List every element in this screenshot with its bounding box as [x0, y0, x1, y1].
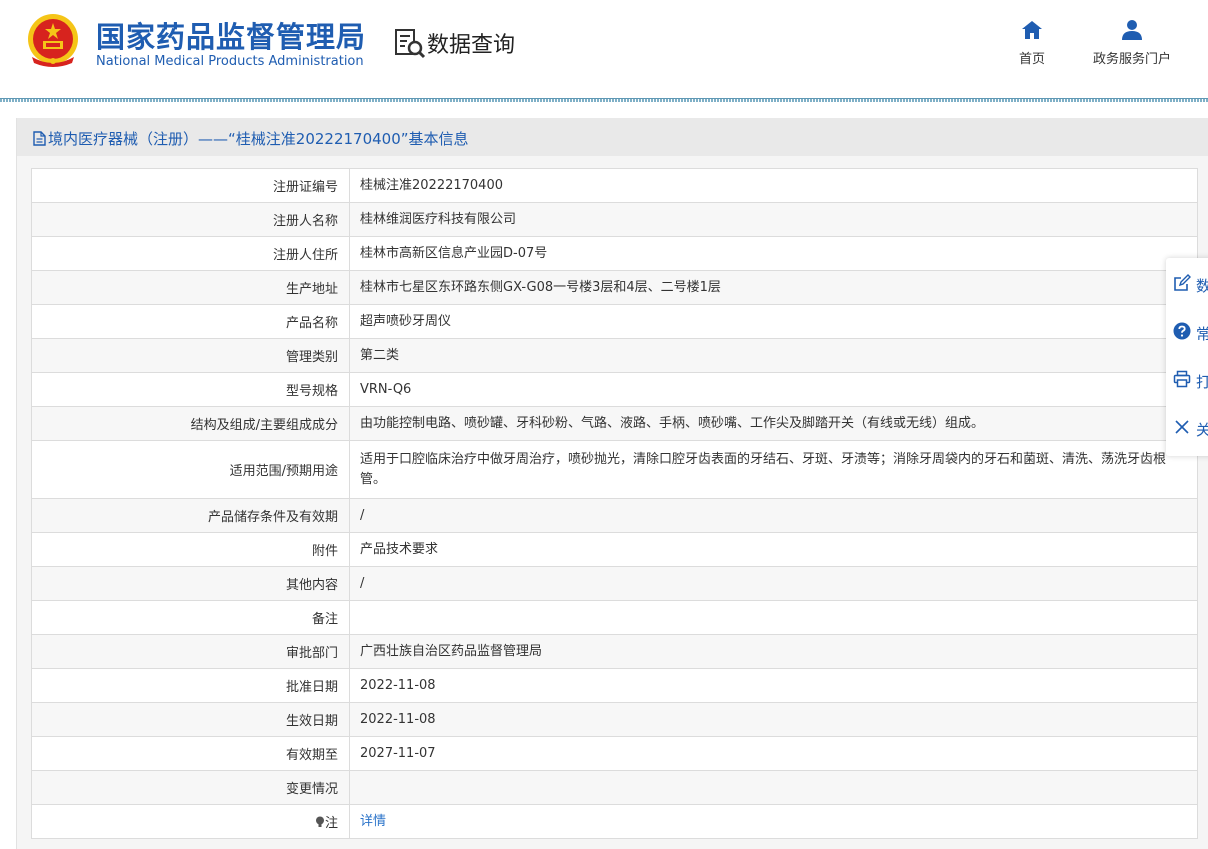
table-row: 注 详情: [31, 804, 1198, 839]
row-value: 2022-11-08: [349, 668, 1198, 703]
row-key: 管理类别: [31, 338, 350, 373]
table-row: 注册证编号 桂械注准20222170400: [31, 168, 1198, 203]
home-icon: [1022, 21, 1042, 39]
row-value-note: 详情: [349, 804, 1198, 839]
row-value: 适用于口腔临床治疗中做牙周治疗，喷砂抛光，清除口腔牙齿表面的牙结石、牙斑、牙渍等…: [349, 440, 1198, 499]
table-row: 生效日期 2022-11-08: [31, 702, 1198, 737]
row-value: 第二类: [349, 338, 1198, 373]
table-row: 有效期至 2027-11-07: [31, 736, 1198, 771]
edit-icon: [1174, 274, 1191, 291]
toolbar-item-label: 打: [1196, 373, 1208, 391]
nav-home-label: 首页: [1018, 52, 1045, 67]
row-value: 由功能控制电路、喷砂罐、牙科砂粉、气路、液路、手柄、喷砂嘴、工作尖及脚踏开关（有…: [349, 406, 1198, 441]
row-key: 适用范围/预期用途: [31, 440, 350, 499]
row-key: 备注: [31, 600, 350, 635]
row-key: 有效期至: [31, 736, 350, 771]
details-link[interactable]: 详情: [360, 814, 386, 829]
panel-title: 境内医疗器械（注册）——“桂械注准20222170400”基本信息: [33, 128, 469, 149]
panel-title-text: 境内医疗器械（注册）——“桂械注准20222170400”基本信息: [48, 130, 469, 148]
document-icon: [33, 131, 46, 146]
nav-portal-label: 政务服务门户: [1092, 52, 1171, 67]
table-row: 结构及组成/主要组成成分 由功能控制电路、喷砂罐、牙科砂粉、气路、液路、手柄、喷砂…: [31, 406, 1198, 441]
toolbar-item-close[interactable]: 关: [1166, 404, 1208, 452]
row-value: [349, 770, 1198, 805]
row-value: /: [349, 566, 1198, 601]
row-value: 超声喷砂牙周仪: [349, 304, 1198, 339]
row-key: 产品名称: [31, 304, 350, 339]
row-key: 批准日期: [31, 668, 350, 703]
table-row: 管理类别 第二类: [31, 338, 1198, 373]
note-label: 注: [324, 816, 338, 831]
row-key-note: 注: [31, 804, 350, 839]
table-row: 产品储存条件及有效期 /: [31, 498, 1198, 533]
data-query-icon: [395, 29, 426, 59]
bulb-icon: [315, 816, 324, 827]
row-key: 附件: [31, 532, 350, 567]
org-name-en: National Medical Products Administration: [96, 54, 364, 69]
toolbar-item-label: 关: [1196, 421, 1208, 439]
close-icon: [1175, 420, 1189, 434]
toolbar-item-faq[interactable]: 常: [1166, 308, 1208, 356]
row-key: 产品储存条件及有效期: [31, 498, 350, 533]
help-icon: [1173, 322, 1191, 340]
table-row: 适用范围/预期用途 适用于口腔临床治疗中做牙周治疗，喷砂抛光，清除口腔牙齿表面的牙…: [31, 440, 1198, 499]
nav-home[interactable]: 首页: [1012, 18, 1052, 67]
row-key: 变更情况: [31, 770, 350, 805]
table-row: 生产地址 桂林市七星区东环路东侧GX-G08一号楼3层和4层、二号楼1层: [31, 270, 1198, 305]
row-value: [349, 600, 1198, 635]
table-row: 型号规格 VRN-Q6: [31, 372, 1198, 407]
row-value: 桂林市高新区信息产业园D-07号: [349, 236, 1198, 271]
row-value: VRN-Q6: [349, 372, 1198, 407]
row-value: 桂林维润医疗科技有限公司: [349, 202, 1198, 237]
table-row: 产品名称 超声喷砂牙周仪: [31, 304, 1198, 339]
row-key: 注册证编号: [31, 168, 350, 203]
row-value: 2027-11-07: [349, 736, 1198, 771]
row-key: 注册人住所: [31, 236, 350, 271]
row-value: 产品技术要求: [349, 532, 1198, 567]
toolbar-item-print[interactable]: 打: [1166, 356, 1208, 404]
table-row: 附件 产品技术要求: [31, 532, 1198, 567]
site-header: 国家药品监督管理局 National Medical Products Admi…: [0, 0, 1208, 98]
row-key: 结构及组成/主要组成成分: [31, 406, 350, 441]
section-title: 数据查询: [427, 33, 516, 58]
nav-service-portal[interactable]: 政务服务门户: [1086, 18, 1178, 67]
table-row: 注册人住所 桂林市高新区信息产业园D-07号: [31, 236, 1198, 271]
table-row: 备注: [31, 600, 1198, 635]
toolbar-item-data[interactable]: 数: [1166, 260, 1208, 308]
row-value: 2022-11-08: [349, 702, 1198, 737]
row-key: 生效日期: [31, 702, 350, 737]
header-divider: [0, 98, 1208, 102]
panel-header: 境内医疗器械（注册）——“桂械注准20222170400”基本信息: [17, 118, 1208, 156]
floating-toolbar: 数 常 打 关: [1166, 258, 1208, 456]
table-row: 其他内容 /: [31, 566, 1198, 601]
row-value: 桂林市七星区东环路东侧GX-G08一号楼3层和4层、二号楼1层: [349, 270, 1198, 305]
row-value: 桂械注准20222170400: [349, 168, 1198, 203]
row-value: 广西壮族自治区药品监督管理局: [349, 634, 1198, 669]
row-key: 注册人名称: [31, 202, 350, 237]
table-row: 批准日期 2022-11-08: [31, 668, 1198, 703]
row-key: 审批部门: [31, 634, 350, 669]
toolbar-item-label: 数: [1196, 277, 1208, 295]
user-icon: [1122, 20, 1142, 40]
table-row: 审批部门 广西壮族自治区药品监督管理局: [31, 634, 1198, 669]
row-key: 型号规格: [31, 372, 350, 407]
table-row: 变更情况: [31, 770, 1198, 805]
national-emblem-icon: [28, 14, 78, 67]
row-key: 其他内容: [31, 566, 350, 601]
device-info-table: 注册证编号 桂械注准20222170400 注册人名称 桂林维润医疗科技有限公司 注…: [31, 168, 1198, 839]
table-row: 注册人名称 桂林维润医疗科技有限公司: [31, 202, 1198, 237]
org-name-cn: 国家药品监督管理局: [96, 20, 367, 54]
print-icon: [1173, 370, 1191, 388]
row-value: /: [349, 498, 1198, 533]
toolbar-item-label: 常: [1196, 325, 1208, 343]
row-key: 生产地址: [31, 270, 350, 305]
